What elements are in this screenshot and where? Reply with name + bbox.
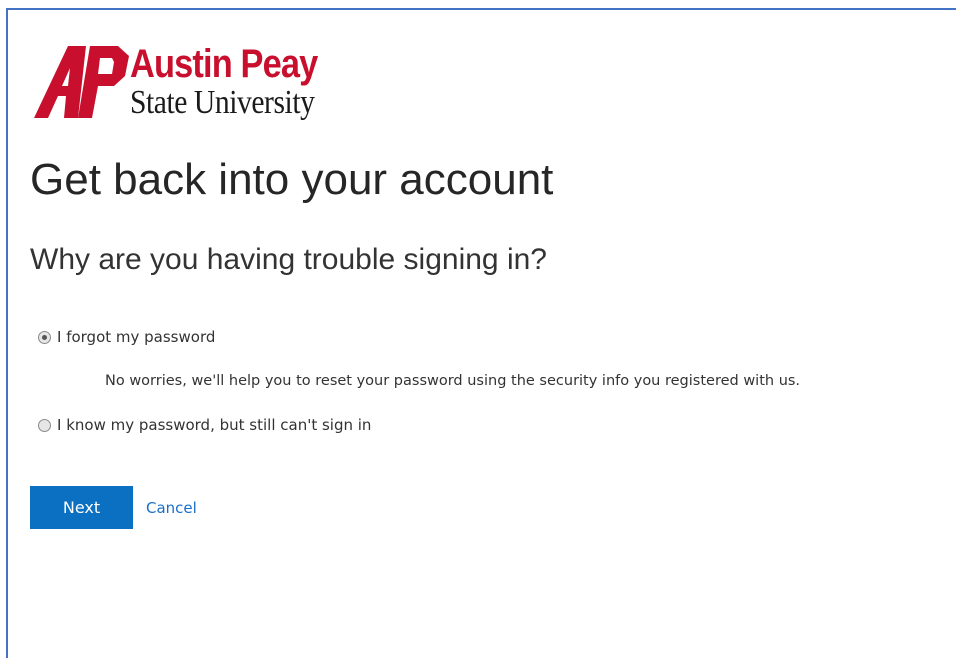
- page-title: Get back into your account: [30, 155, 554, 204]
- option-cant-sign-in[interactable]: I know my password, but still can't sign…: [38, 415, 371, 435]
- option-cant-sign-in-label[interactable]: I know my password, but still can't sign…: [57, 415, 371, 435]
- option-forgot-password[interactable]: I forgot my password: [38, 327, 215, 347]
- ap-monogram-logo: [34, 46, 129, 118]
- next-button[interactable]: Next: [30, 486, 133, 529]
- option-forgot-password-label[interactable]: I forgot my password: [57, 327, 215, 347]
- page-subtitle: Why are you having trouble signing in?: [30, 243, 547, 276]
- option-forgot-password-description: No worries, we'll help you to reset your…: [105, 373, 801, 389]
- radio-cant-sign-in[interactable]: [38, 418, 51, 432]
- logo-text-austin-peay: Austin Peay: [130, 42, 318, 86]
- logo-text-state-university: State University: [130, 84, 315, 121]
- university-logo: Austin Peay State University: [34, 42, 374, 126]
- cancel-link[interactable]: Cancel: [146, 498, 197, 518]
- radio-forgot-password[interactable]: [38, 330, 51, 344]
